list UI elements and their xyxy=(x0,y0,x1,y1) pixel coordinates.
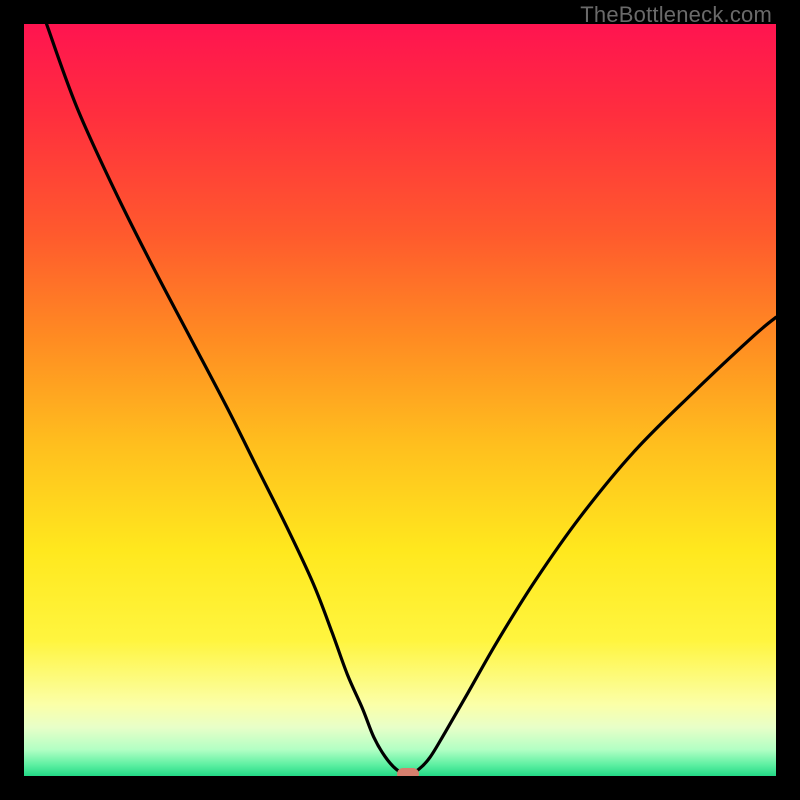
chart-frame: TheBottleneck.com xyxy=(0,0,800,800)
optimal-point-marker xyxy=(397,768,419,776)
plot-area xyxy=(24,24,776,776)
watermark-text: TheBottleneck.com xyxy=(580,2,772,28)
bottleneck-curve xyxy=(24,24,776,776)
